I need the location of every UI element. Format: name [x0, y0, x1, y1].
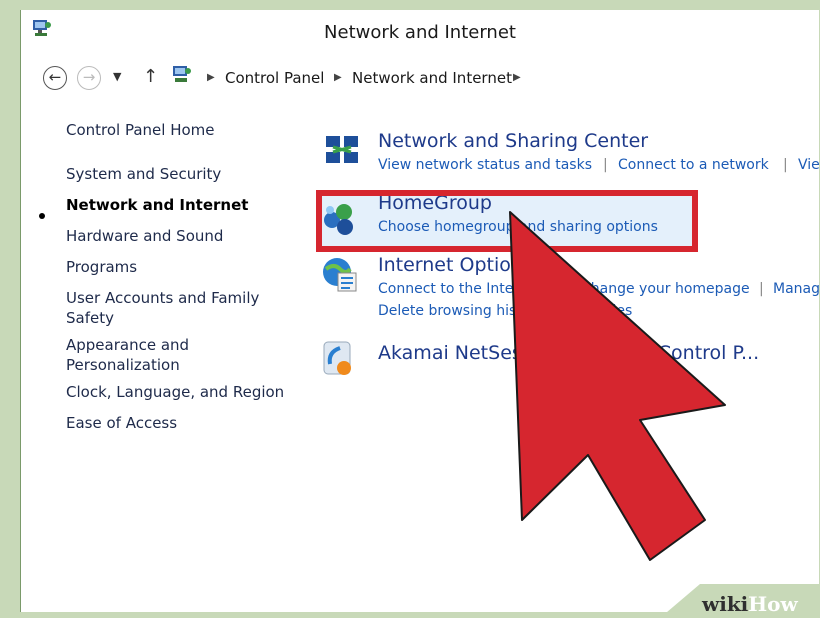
- red-pointer-arrow-icon: [509, 211, 726, 561]
- wikihow-watermark: wikiHow: [702, 592, 798, 616]
